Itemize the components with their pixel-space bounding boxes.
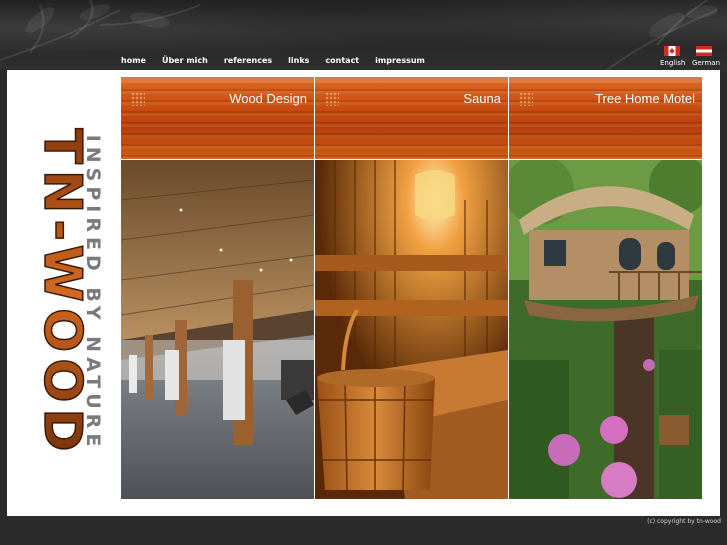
wood-design-photo[interactable] (121, 160, 314, 499)
section-title: Wood Design (229, 91, 307, 106)
nav-contact[interactable]: contact (325, 56, 359, 65)
section-header: Tree Home Motel (509, 77, 702, 159)
header-bar: home Über mich references links contact … (0, 0, 727, 70)
language-german[interactable]: German (692, 46, 721, 67)
tree-home-photo[interactable] (509, 160, 702, 499)
brand-logo[interactable]: TN-WOOD INSPIRED BY NATURE (15, 82, 105, 504)
section-title: Tree Home Motel (595, 91, 695, 106)
nav-home[interactable]: home (121, 56, 146, 65)
nav-references[interactable]: references (224, 56, 272, 65)
nav-links[interactable]: links (288, 56, 309, 65)
section-sauna[interactable]: Sauna (315, 77, 508, 499)
content-panel: TN-WOOD INSPIRED BY NATURE Wood Design S… (7, 70, 720, 516)
section-tree-home-motel[interactable]: Tree Home Motel (509, 77, 702, 499)
section-wood-design[interactable]: Wood Design (121, 77, 314, 499)
nav-impressum[interactable]: impressum (375, 56, 425, 65)
dots-pattern-icon (325, 92, 339, 106)
section-title: Sauna (463, 91, 501, 106)
sauna-photo[interactable] (315, 160, 508, 499)
language-english[interactable]: English (660, 46, 686, 67)
canada-flag-icon (664, 46, 680, 56)
section-header: Sauna (315, 77, 508, 159)
main-nav: home Über mich references links contact … (121, 56, 441, 65)
language-german-label: German (692, 59, 721, 67)
language-english-label: English (660, 59, 686, 67)
copyright-text: (c) copyright by tn-wood (647, 518, 721, 525)
austria-flag-icon (696, 46, 712, 56)
tagline-text: INSPIRED BY NATURE (82, 135, 104, 452)
nav-about-me[interactable]: Über mich (162, 56, 208, 65)
dots-pattern-icon (131, 92, 145, 106)
section-header: Wood Design (121, 77, 314, 159)
dots-pattern-icon (519, 92, 533, 106)
